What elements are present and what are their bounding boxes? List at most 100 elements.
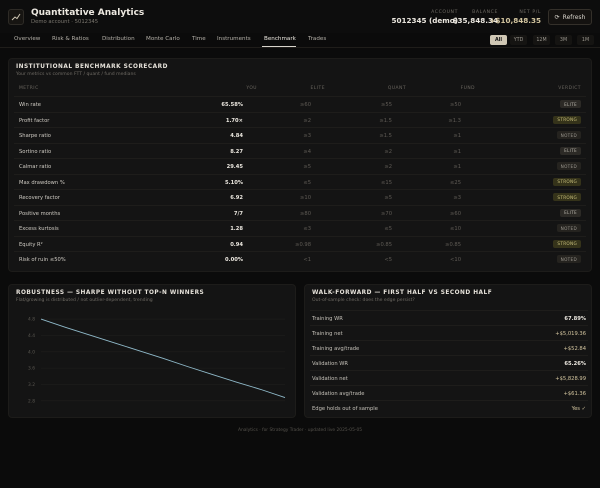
- table-row: Risk of ruin ≤50% 0.00% <1 <5 <10 NOTED: [14, 251, 586, 266]
- tab-monte-carlo[interactable]: Monte Carlo: [146, 36, 180, 42]
- table-row: Sharpe ratio 4.84 ≥3 ≥1.5 ≥1 NOTED: [14, 127, 586, 142]
- metric-name: Calmar ratio: [19, 164, 52, 170]
- elite-value: ≥10: [300, 195, 311, 201]
- wf-label: Training net: [312, 331, 343, 337]
- you-value: 0.94: [230, 241, 243, 248]
- verdict-badge: STRONG: [553, 177, 581, 186]
- fund-value: ≥60: [450, 210, 461, 217]
- walkforward-row: Edge holds out of sample Yes ✓: [310, 400, 588, 415]
- tab-distribution[interactable]: Distribution: [102, 36, 135, 42]
- app-subtitle: Demo account · 5012345: [31, 19, 99, 25]
- fund-value: ≥1: [453, 133, 461, 139]
- y-tick-label: 3.2: [28, 382, 35, 388]
- refresh-button[interactable]: ⟳ Refresh: [548, 9, 592, 25]
- elite-value: ≥0.98: [295, 241, 311, 248]
- metric-name: Max drawdown %: [19, 179, 65, 186]
- col-fund: FUND: [460, 86, 475, 91]
- wf-value: +$52.84: [563, 346, 587, 352]
- quant-value: ≥55: [381, 102, 392, 108]
- tab-trades[interactable]: Trades: [308, 36, 326, 42]
- metric-name: Recovery factor: [19, 195, 60, 201]
- elite-value: ≥80: [300, 210, 311, 217]
- walkforward-row: Training net +$5,019.36: [310, 325, 588, 340]
- walkforward-row: Training avg/trade +$52.84: [310, 340, 588, 355]
- col-elite: ELITE: [310, 86, 325, 91]
- period-ytd[interactable]: YTD: [510, 35, 527, 45]
- walkforward-row: Validation avg/trade +$61.36: [310, 385, 588, 400]
- quant-value: <5: [384, 257, 392, 263]
- wf-value: 65.26%: [564, 361, 586, 367]
- metric-name: Sharpe ratio: [19, 133, 51, 139]
- verdict-badge: ELITE: [560, 146, 581, 155]
- y-tick-label: 2.8: [28, 398, 35, 404]
- wf-label: Edge holds out of sample: [312, 406, 378, 412]
- scorecard-title: INSTITUTIONAL BENCHMARK SCORECARD: [16, 64, 168, 70]
- you-value: 29.45: [226, 164, 243, 170]
- elite-value: ≥60: [300, 102, 311, 108]
- tab-instruments[interactable]: Instruments: [217, 36, 251, 42]
- tab-time[interactable]: Time: [192, 36, 206, 42]
- col-quant: QUANT: [387, 86, 406, 91]
- verdict-badge: NOTED: [556, 255, 581, 263]
- verdict-badge: NOTED: [556, 162, 581, 170]
- fund-value: ≥1: [453, 148, 461, 155]
- metric-name: Positive months: [19, 210, 61, 217]
- table-row: Excess kurtosis 1.28 ≤3 ≤5 ≤10 NOTED: [14, 220, 586, 235]
- fund-value: ≥1: [453, 164, 461, 170]
- period-3m[interactable]: 3M: [555, 35, 572, 45]
- wf-value: +$5,019.36: [555, 331, 586, 337]
- walkforward-title: WALK-FORWARD — FIRST HALF VS SECOND HALF: [312, 290, 493, 296]
- you-value: 7/7: [233, 210, 243, 217]
- wf-value: Yes ✓: [571, 406, 586, 412]
- quant-value: ≤5: [384, 226, 392, 232]
- verdict-badge: ELITE: [560, 208, 581, 217]
- fund-value: <10: [450, 257, 461, 263]
- robustness-subtitle: Flat/growing is distributed / not outlie…: [16, 298, 153, 303]
- fund-value: ≥0.85: [445, 241, 461, 248]
- elite-value: ≤5: [303, 179, 311, 186]
- y-tick-label: 4.0: [28, 349, 35, 355]
- elite-value: ≥2: [303, 117, 311, 124]
- chart-icon: [11, 13, 21, 21]
- account-label: ACCOUNT: [431, 10, 458, 15]
- y-tick-label: 3.6: [28, 366, 35, 372]
- y-tick-label: 4.8: [28, 317, 35, 323]
- table-row: Recovery factor 6.92 ≥10 ≥5 ≥3 STRONG: [14, 189, 586, 204]
- account-stat: ACCOUNT 5012345 (demo): [391, 10, 458, 25]
- table-row: Max drawdown % 5.10% ≤5 ≤15 ≤25 STRONG: [14, 173, 586, 189]
- verdict-badge: STRONG: [553, 239, 581, 248]
- you-value: 6.92: [230, 195, 243, 201]
- tab-benchmark[interactable]: Benchmark: [264, 36, 296, 42]
- period-1m[interactable]: 1M: [577, 35, 594, 45]
- tab-overview[interactable]: Overview: [14, 36, 40, 42]
- net-pl-value: +$10,848.35: [489, 16, 542, 25]
- app-header: Quantitative Analytics Demo account · 50…: [0, 0, 600, 33]
- fund-value: ≥3: [453, 195, 461, 201]
- verdict-badge: STRONG: [553, 193, 581, 201]
- period-12m[interactable]: 12M: [533, 35, 550, 45]
- wf-value: +$5,828.99: [555, 376, 586, 382]
- elite-value: ≥4: [303, 148, 311, 155]
- metric-name: Sortino ratio: [19, 148, 52, 155]
- walkforward-row: Training WR 67.89%: [310, 310, 588, 325]
- fund-value: ≤25: [450, 179, 461, 186]
- quant-value: ≥1.5: [379, 133, 392, 139]
- net-pl-stat: NET P/L +$10,848.35: [490, 10, 542, 25]
- refresh-icon: ⟳: [554, 13, 560, 21]
- robustness-chart: 4.8 4.4 4.0 3.6 3.2 2.8: [28, 317, 286, 404]
- footer-text: Analytics · for Strategy Trader · update…: [237, 428, 363, 433]
- verdict-badge: NOTED: [556, 131, 581, 139]
- fund-value: ≥50: [450, 102, 461, 108]
- elite-value: ≤3: [303, 226, 311, 232]
- elite-value: ≥5: [303, 164, 311, 170]
- period-all[interactable]: All: [490, 35, 507, 45]
- table-row: Equity R² 0.94 ≥0.98 ≥0.85 ≥0.85 STRONG: [14, 235, 586, 251]
- tab-risk-ratios[interactable]: Risk & Ratios: [52, 36, 89, 42]
- walkforward-row: Validation net +$5,828.99: [310, 370, 588, 385]
- verdict-badge: STRONG: [553, 115, 581, 124]
- metric-name: Equity R²: [19, 241, 43, 248]
- walkforward-row: Validation WR 65.26%: [310, 355, 588, 370]
- wf-label: Training avg/trade: [312, 346, 360, 352]
- you-value: 5.10%: [225, 179, 243, 186]
- fund-value: ≥1.3: [448, 117, 461, 124]
